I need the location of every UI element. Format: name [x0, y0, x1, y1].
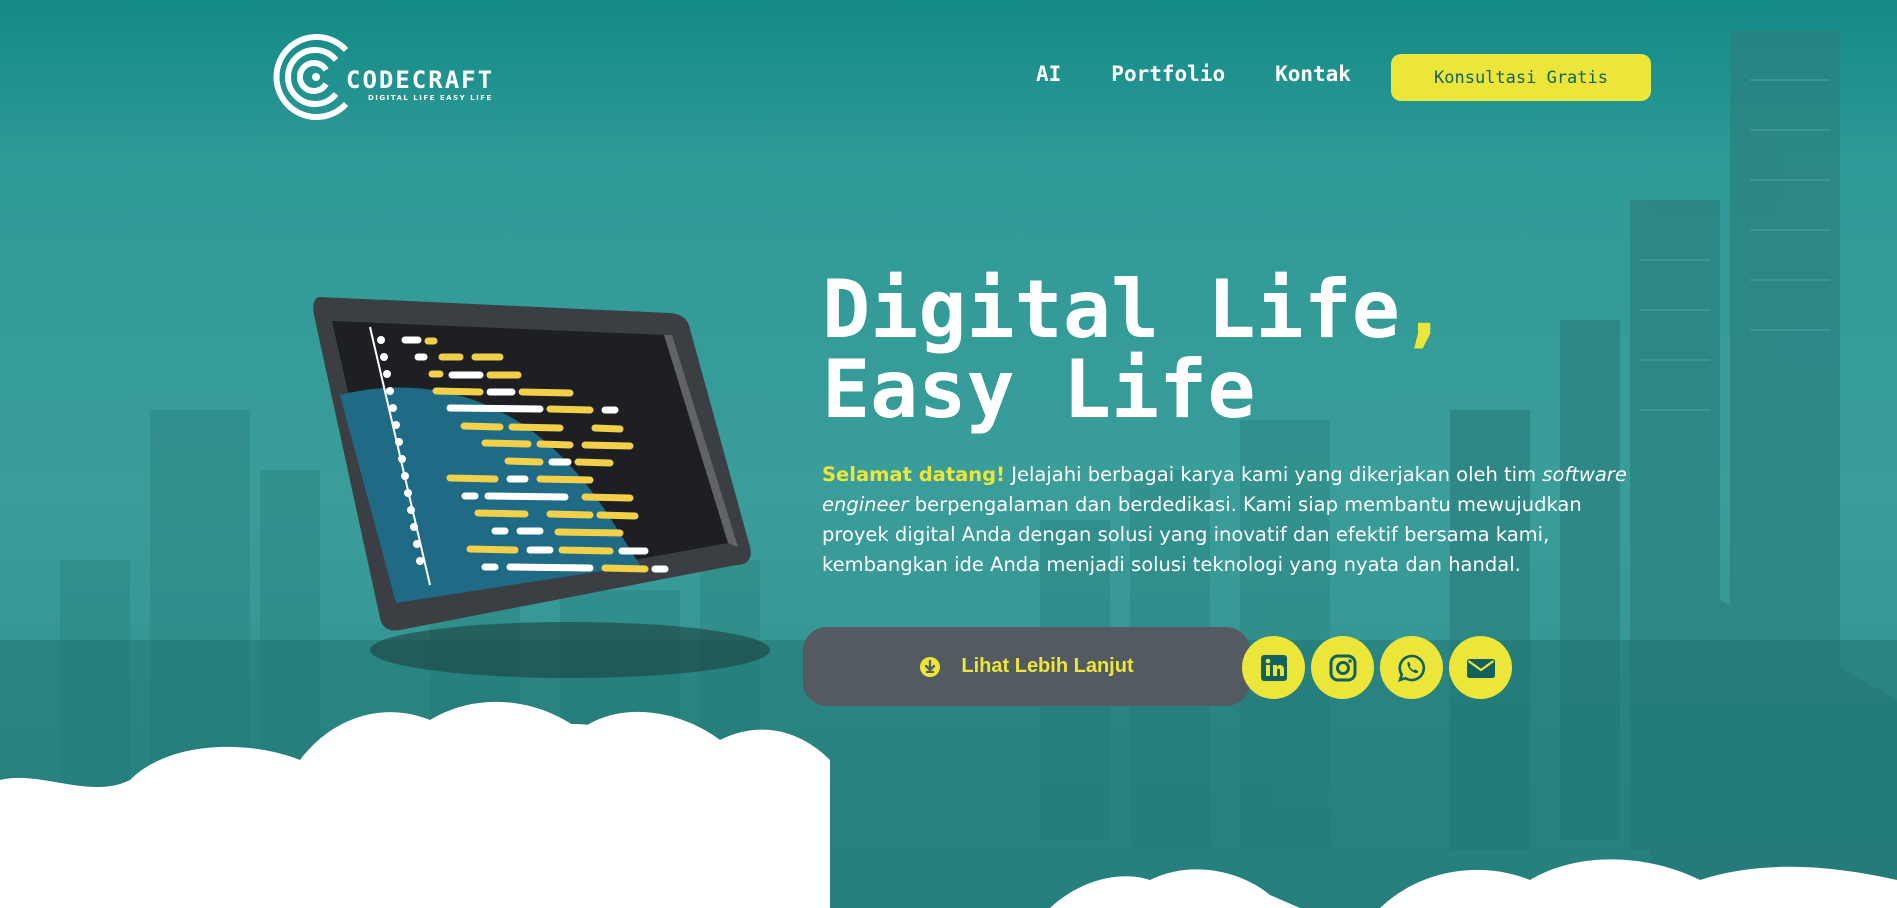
intro-highlight: Selamat datang!	[822, 463, 1006, 486]
hero-title-line2: Easy Life	[822, 343, 1256, 436]
nav-item-portfolio[interactable]: Portfolio	[1111, 62, 1225, 86]
brand-tagline: DIGITAL LIFE EASY LIFE	[368, 94, 493, 102]
mail-icon	[1466, 658, 1495, 678]
intro-part2: berpengalaman dan berdedikasi. Kami siap…	[822, 493, 1582, 576]
brand-name: CODECRAFT	[346, 66, 495, 94]
intro-part1: Jelajahi berbagai karya kami yang dikerj…	[1005, 463, 1543, 486]
social-links	[1242, 636, 1512, 699]
linkedin-icon	[1260, 654, 1287, 681]
instagram-icon	[1329, 654, 1356, 681]
see-more-label: Lihat Lebih Lanjut	[961, 655, 1134, 677]
instagram-link[interactable]	[1311, 636, 1374, 699]
see-more-button[interactable]: Lihat Lebih Lanjut	[803, 627, 1250, 706]
linkedin-link[interactable]	[1242, 636, 1305, 699]
cloud-divider	[0, 701, 1897, 908]
hero-intro-text: Selamat datang! Jelajahi berbagai karya …	[822, 460, 1642, 580]
laptop-code-illustration	[313, 297, 770, 678]
nav-item-kontak[interactable]: Kontak	[1275, 62, 1351, 86]
email-link[interactable]	[1449, 636, 1512, 699]
arrow-down-circle-icon	[920, 656, 941, 677]
hero-title-comma: ,	[1399, 263, 1449, 356]
brand-logo[interactable]: CODECRAFT DIGITAL LIFE EASY LIFE	[266, 28, 506, 128]
whatsapp-link[interactable]	[1380, 636, 1443, 699]
free-consultation-button[interactable]: Konsultasi Gratis	[1391, 54, 1651, 101]
hero-title: Digital Life, Easy Life	[822, 270, 1448, 430]
nav-item-ai[interactable]: AI	[1036, 62, 1061, 86]
whatsapp-icon	[1397, 654, 1425, 682]
hero-section: CODECRAFT DIGITAL LIFE EASY LIFE AI Port…	[0, 0, 1897, 908]
main-nav: AI Portfolio Kontak	[1036, 62, 1401, 86]
